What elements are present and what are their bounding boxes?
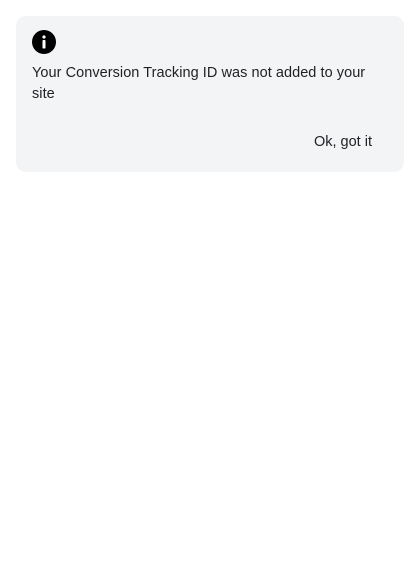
conversion-tracking-alert: Your Conversion Tracking ID was not adde… — [16, 16, 404, 172]
info-icon — [32, 30, 56, 54]
dismiss-button[interactable]: Ok, got it — [304, 128, 382, 156]
alert-message: Your Conversion Tracking ID was not adde… — [32, 65, 366, 102]
